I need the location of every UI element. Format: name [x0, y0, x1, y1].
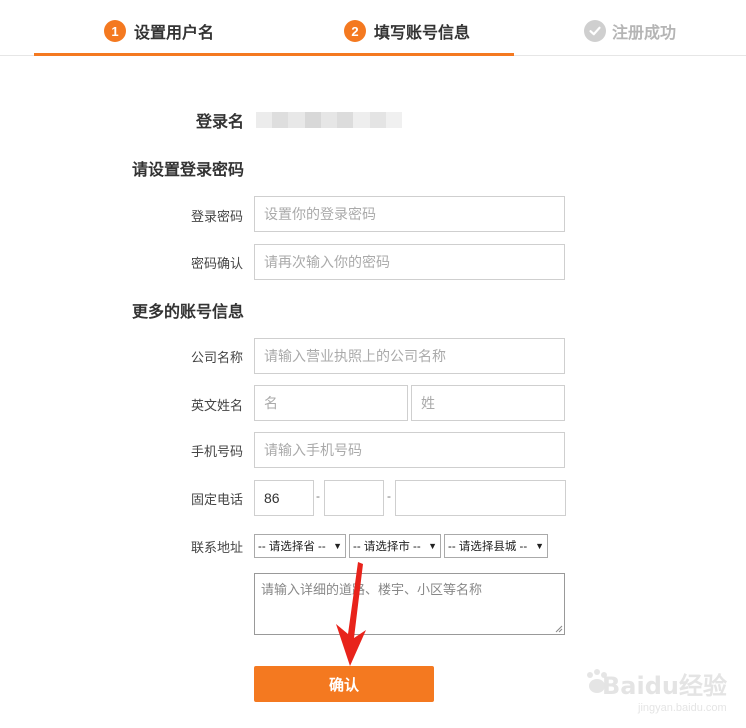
- password-placeholder: 设置你的登录密码: [264, 206, 376, 222]
- password-section-title: 请设置登录密码: [132, 162, 245, 179]
- step-number-2: 2: [344, 20, 366, 42]
- chevron-down-icon: ▼: [535, 541, 544, 551]
- more-info-section-title: 更多的账号信息: [132, 304, 245, 321]
- password-input[interactable]: 设置你的登录密码: [254, 196, 565, 232]
- password-confirm-input[interactable]: 请再次输入你的密码: [254, 244, 565, 280]
- province-select[interactable]: -- 请选择省 -- ▼: [254, 534, 346, 558]
- landline-separator: -: [387, 489, 391, 503]
- step-set-username: 1 设置用户名: [104, 14, 214, 48]
- city-select[interactable]: -- 请选择市 -- ▼: [349, 534, 441, 558]
- province-select-value: -- 请选择省 --: [258, 541, 326, 553]
- confirm-button[interactable]: 确认: [254, 666, 434, 702]
- company-name-input[interactable]: 请输入营业执照上的公司名称: [254, 338, 565, 374]
- step-account-info: 2 填写账号信息: [344, 14, 470, 48]
- mobile-label: 手机号码: [190, 444, 243, 459]
- login-name-value-blurred: [256, 112, 402, 128]
- address-detail-textarea[interactable]: 请输入详细的道路、楼宇、小区等名称: [254, 573, 565, 635]
- landline-separator: -: [316, 489, 320, 503]
- watermark-url: jingyan.baidu.com: [638, 702, 727, 714]
- landline-label: 固定电话: [190, 492, 243, 507]
- step-register-success: 注册成功: [584, 14, 676, 48]
- county-select[interactable]: -- 请选择县城 -- ▼: [444, 534, 548, 558]
- phone-number-input[interactable]: [395, 480, 566, 516]
- red-arrow-annotation-icon: [336, 562, 366, 666]
- login-name-label: 登录名: [196, 114, 245, 131]
- password-confirm-label: 密码确认: [190, 256, 243, 271]
- company-placeholder: 请输入营业执照上的公司名称: [264, 348, 446, 364]
- address-label: 联系地址: [190, 540, 243, 555]
- step-label: 注册成功: [612, 25, 677, 42]
- baidu-jingyan-watermark: Baidu经验 jingyan.baidu.com: [582, 666, 732, 722]
- registration-steps: 1 设置用户名 2 填写账号信息 注册成功: [0, 0, 746, 56]
- password-label: 登录密码: [190, 209, 243, 224]
- chevron-down-icon: ▼: [428, 541, 437, 551]
- country-code-value: 86: [264, 490, 280, 506]
- mobile-placeholder: 请输入手机号码: [264, 442, 362, 458]
- resize-grip-icon[interactable]: [555, 625, 563, 633]
- first-name-placeholder: 名: [264, 395, 278, 411]
- watermark-text: Baidu经验: [602, 672, 727, 700]
- county-select-value: -- 请选择县城 --: [448, 541, 528, 553]
- first-name-input[interactable]: 名: [254, 385, 408, 421]
- checkmark-icon: [584, 20, 606, 42]
- city-select-value: -- 请选择市 --: [353, 541, 421, 553]
- english-name-label: 英文姓名: [190, 398, 243, 413]
- step-progress-bar: [34, 53, 514, 56]
- chevron-down-icon: ▼: [333, 541, 342, 551]
- step-label: 填写账号信息: [374, 25, 471, 42]
- step-label: 设置用户名: [134, 25, 215, 42]
- mobile-input[interactable]: 请输入手机号码: [254, 432, 565, 468]
- password-confirm-placeholder: 请再次输入你的密码: [264, 254, 390, 270]
- step-number-1: 1: [104, 20, 126, 42]
- country-code-input[interactable]: 86: [254, 480, 314, 516]
- company-label: 公司名称: [190, 350, 243, 365]
- last-name-input[interactable]: 姓: [411, 385, 565, 421]
- area-code-input[interactable]: [324, 480, 384, 516]
- last-name-placeholder: 姓: [421, 395, 435, 411]
